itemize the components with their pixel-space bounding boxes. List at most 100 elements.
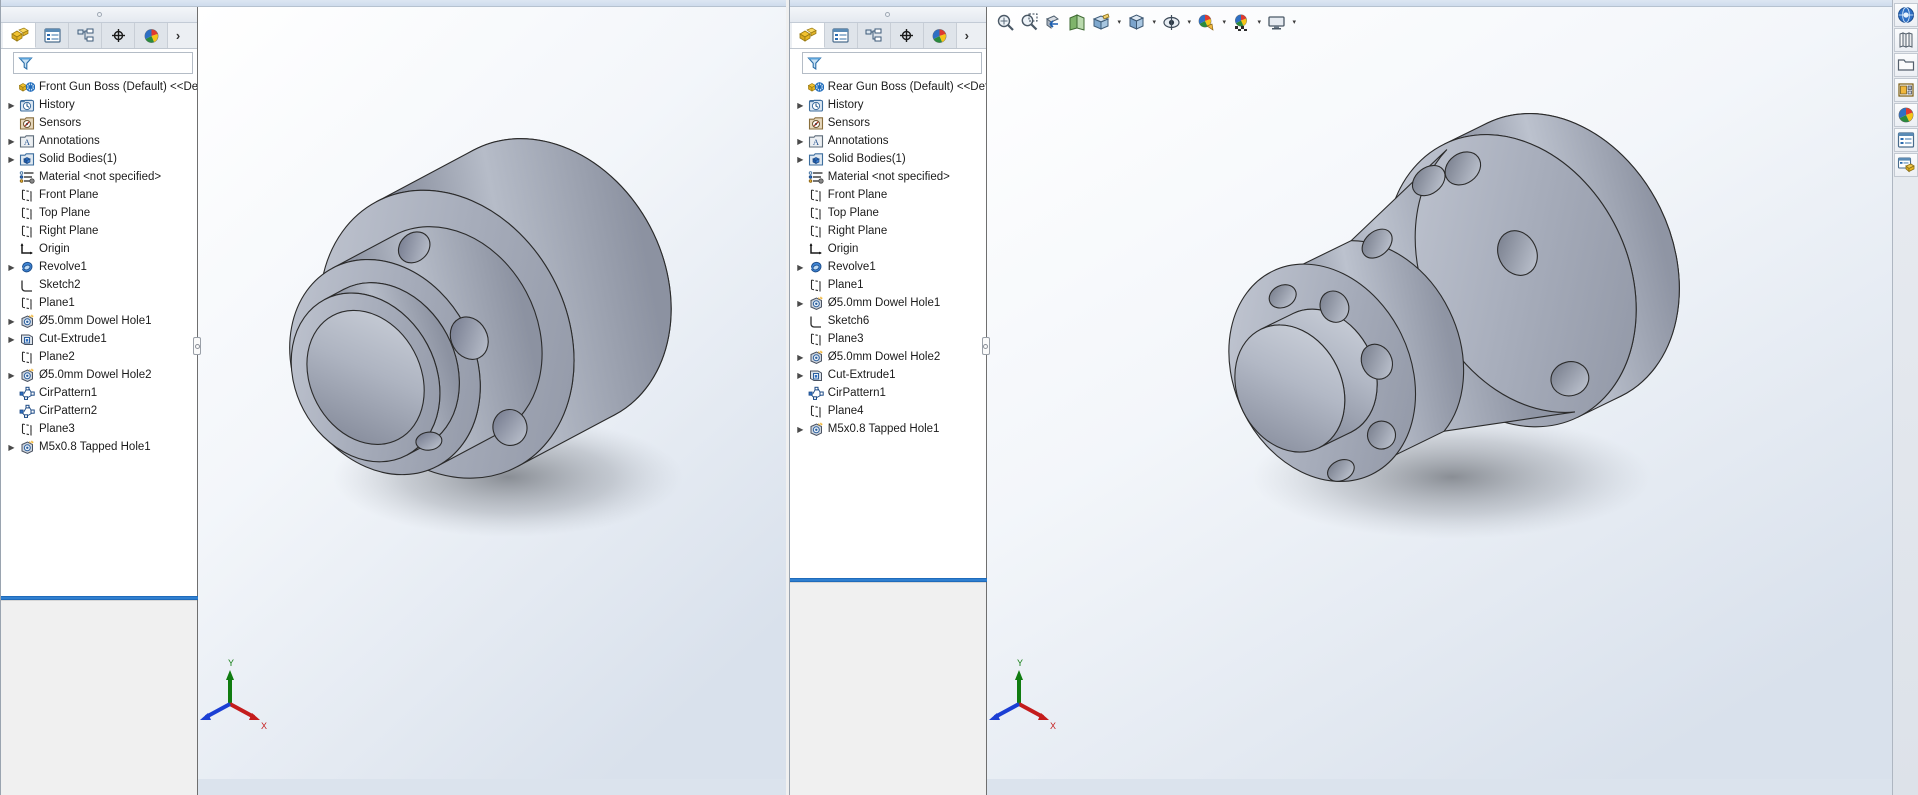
feature-tree-item[interactable]: Rear Gun Boss (Default) <<Defaul	[790, 78, 986, 96]
apply-scene-button[interactable]	[1231, 11, 1253, 33]
feature-tree-item[interactable]: ▶ Ø5.0mm Dowel Hole1	[1, 312, 197, 330]
expand-arrow-icon[interactable]: ▶	[794, 425, 807, 434]
task-pane-appearances-tab[interactable]	[1893, 103, 1918, 127]
feature-tree-item[interactable]: Material <not specified>	[1, 168, 197, 186]
feature-tree-item[interactable]: CirPattern2	[1, 402, 197, 420]
feature-tree-item[interactable]: Material <not specified>	[790, 168, 986, 186]
feature-tree-item[interactable]: ▶ Solid Bodies(1)	[1, 150, 197, 168]
feature-tree-item[interactable]: Plane4	[790, 402, 986, 420]
expand-arrow-icon[interactable]: ▶	[794, 353, 807, 362]
display-style-button[interactable]	[1091, 11, 1113, 33]
expand-arrow-icon[interactable]: ▶	[794, 299, 807, 308]
graphics-area-left[interactable]: Y X Z	[198, 7, 786, 795]
feature-tree-item[interactable]: Right Plane	[1, 222, 197, 240]
feature-manager-splitter-handle-left[interactable]	[193, 337, 201, 355]
view-setting-display-button[interactable]	[1266, 11, 1288, 33]
feature-tree-item[interactable]: CirPattern1	[1, 384, 197, 402]
view-settings-dropdown-caret[interactable]: ▾	[1185, 11, 1194, 33]
feature-tree-item[interactable]: Front Plane	[790, 186, 986, 204]
expand-arrow-icon[interactable]: ▶	[794, 155, 807, 164]
view-orientation-button[interactable]	[1067, 11, 1089, 33]
expand-arrow-icon[interactable]: ▶	[5, 263, 18, 272]
feature-tree-item[interactable]: ▶ Solid Bodies(1)	[790, 150, 986, 168]
feature-tree-item[interactable]: CirPattern1	[790, 384, 986, 402]
feature-tree-item[interactable]: Top Plane	[790, 204, 986, 222]
feature-tree-item[interactable]: Plane3	[1, 420, 197, 438]
feature-tree-item[interactable]: Sketch2	[1, 276, 197, 294]
feature-tree-item[interactable]: Plane2	[1, 348, 197, 366]
zoom-to-area-button[interactable]	[1019, 11, 1041, 33]
expand-arrow-icon[interactable]: ▶	[5, 335, 18, 344]
feature-tree-filter-input-right[interactable]	[801, 52, 982, 74]
hide-show-items-button[interactable]	[1126, 11, 1148, 33]
feature-tree-item[interactable]: Top Plane	[1, 204, 197, 222]
edit-appearance-dropdown-caret[interactable]: ▾	[1220, 11, 1229, 33]
apply-scene-dropdown-caret[interactable]: ▾	[1255, 11, 1264, 33]
expand-arrow-icon[interactable]: ▶	[794, 101, 807, 110]
configuration-manager-tab[interactable]	[857, 23, 891, 48]
feature-tree-filter-input-left[interactable]	[13, 52, 193, 74]
feature-tree-item[interactable]: ▶ M5x0.8 Tapped Hole1	[1, 438, 197, 456]
feature-tree-item[interactable]: ▶ Cut-Extrude1	[790, 366, 986, 384]
feature-tree-item[interactable]: ▶ History	[790, 96, 986, 114]
feature-tree-item[interactable]: Plane3	[790, 330, 986, 348]
task-pane-file-explorer-tab[interactable]	[1893, 53, 1918, 77]
feature-manager-design-tree-right[interactable]: Rear Gun Boss (Default) <<Defaul ▶ History…	[789, 76, 986, 575]
feature-tree-item[interactable]: Plane1	[790, 276, 986, 294]
task-pane-solidworks-forum-tab[interactable]	[1893, 153, 1918, 177]
feature-tree-item[interactable]: ▶ Revolve1	[790, 258, 986, 276]
expand-arrow-icon[interactable]: ▶	[794, 137, 807, 146]
expand-arrow-icon[interactable]: ▶	[5, 155, 18, 164]
feature-tree-item[interactable]: ▶ Ø5.0mm Dowel Hole2	[1, 366, 197, 384]
feature-tree-item[interactable]: ▶ Ø5.0mm Dowel Hole2	[790, 348, 986, 366]
hide-show-items-dropdown-caret[interactable]: ▾	[1150, 11, 1159, 33]
expand-arrow-icon[interactable]: ▶	[794, 263, 807, 272]
expand-arrow-icon[interactable]: ▶	[794, 371, 807, 380]
feature-tree-item[interactable]: Right Plane	[790, 222, 986, 240]
feature-tree-item[interactable]: ▶ Cut-Extrude1	[1, 330, 197, 348]
feature-tree-item[interactable]: ▶ M5x0.8 Tapped Hole1	[790, 420, 986, 438]
feature-tree-item[interactable]: Origin	[790, 240, 986, 258]
view-setting-display-dropdown-caret[interactable]: ▾	[1290, 11, 1299, 33]
task-pane-design-library-tab[interactable]	[1893, 28, 1918, 52]
task-pane-custom-properties-tab[interactable]	[1893, 128, 1918, 152]
expand-arrow-icon[interactable]: ▶	[5, 371, 18, 380]
configuration-manager-tab[interactable]	[69, 23, 102, 48]
expand-arrow-icon[interactable]: ▶	[5, 137, 18, 146]
feature-tree-item[interactable]: Sensors	[790, 114, 986, 132]
feature-tree-item[interactable]: ▶ A Annotations	[790, 132, 986, 150]
feature-tree-item[interactable]: Front Gun Boss (Default) <<Defau	[1, 78, 197, 96]
feature-tree-item[interactable]: ▶ A Annotations	[1, 132, 197, 150]
feature-tree-item[interactable]: Origin	[1, 240, 197, 258]
feature-manager-design-tree-left[interactable]: Front Gun Boss (Default) <<Defau ▶ History…	[1, 76, 197, 593]
task-pane-resources-tab[interactable]	[1893, 3, 1918, 27]
graphics-area-right[interactable]: ▾ ▾ ▾ ▾ ▾ ▾ Y X	[986, 7, 1918, 795]
expand-arrow-icon[interactable]: ▶	[5, 317, 18, 326]
display-manager-tab[interactable]	[135, 23, 168, 48]
property-manager-tab[interactable]	[824, 23, 858, 48]
feature-tree-item[interactable]: Plane1	[1, 294, 197, 312]
feature-manager-design-tree-tab[interactable]	[791, 23, 825, 48]
feature-manager-tabs-overflow[interactable]: ›	[168, 23, 188, 48]
feature-manager-tabs-overflow[interactable]: ›	[956, 23, 977, 48]
feature-manager-drag-handle-right[interactable]	[789, 7, 986, 23]
task-pane-view-palette-tab[interactable]	[1893, 78, 1918, 102]
dimxpert-manager-tab[interactable]	[102, 23, 135, 48]
feature-manager-splitter-handle-right[interactable]	[981, 337, 990, 355]
feature-tree-item[interactable]: ▶ Ø5.0mm Dowel Hole1	[790, 294, 986, 312]
feature-tree-item[interactable]: Front Plane	[1, 186, 197, 204]
dimxpert-manager-tab[interactable]	[890, 23, 924, 48]
feature-tree-item[interactable]: Sketch6	[790, 312, 986, 330]
display-style-dropdown-caret[interactable]: ▾	[1115, 11, 1124, 33]
expand-arrow-icon[interactable]: ▶	[5, 443, 18, 452]
feature-tree-item[interactable]: ▶ History	[1, 96, 197, 114]
view-settings-button[interactable]	[1161, 11, 1183, 33]
zoom-to-fit-button[interactable]	[995, 11, 1017, 33]
feature-tree-item[interactable]: ▶ Revolve1	[1, 258, 197, 276]
section-view-button[interactable]	[1043, 11, 1065, 33]
feature-manager-design-tree-tab[interactable]	[3, 23, 36, 48]
feature-manager-drag-handle-left[interactable]	[1, 7, 197, 23]
edit-appearance-button[interactable]	[1196, 11, 1218, 33]
display-manager-tab[interactable]	[923, 23, 957, 48]
feature-tree-item[interactable]: Sensors	[1, 114, 197, 132]
